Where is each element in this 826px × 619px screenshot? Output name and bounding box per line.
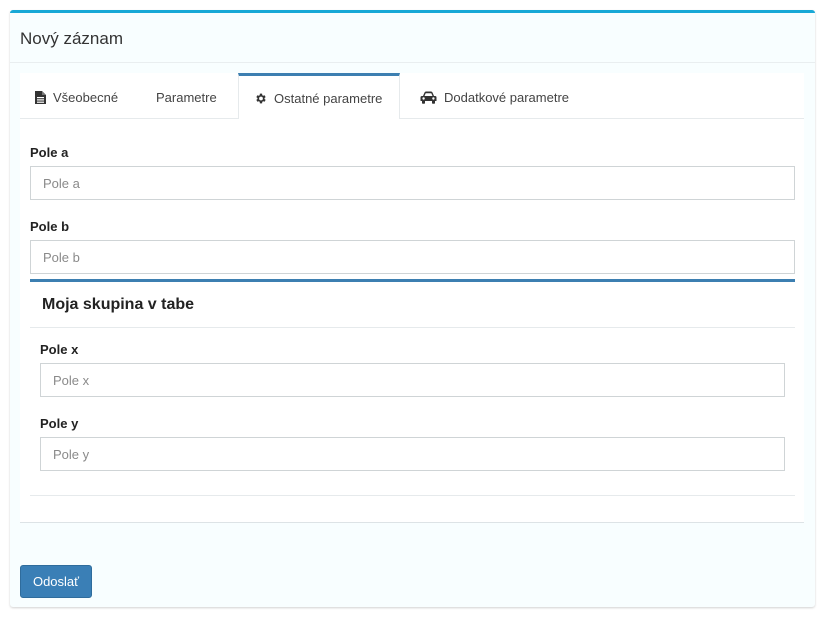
tab-bar: Všeobecné Parametre Ostatné parametre Do… [20, 73, 804, 119]
page-title: Nový záznam [20, 29, 123, 48]
pole-a-input[interactable] [30, 166, 795, 200]
field-label-pole-b: Pole b [30, 219, 70, 234]
tab-parametre[interactable]: Parametre [156, 73, 217, 118]
group-title: Moja skupina v tabe [42, 296, 195, 313]
tab-vseobecne[interactable]: Všeobecné [35, 73, 118, 118]
car-icon [420, 91, 437, 104]
tab-group: Moja skupina v tabe Pole x Pole y [30, 279, 795, 496]
submit-button[interactable]: Odoslať [20, 565, 92, 598]
tab-label: Všeobecné [53, 90, 119, 105]
box-header: Nový záznam [10, 13, 815, 63]
tab-dodatkove-parametre[interactable]: Dodatkové parametre [420, 73, 569, 118]
gear-icon [256, 93, 266, 103]
file-icon [35, 91, 46, 104]
tabs-card: Všeobecné Parametre Ostatné parametre Do… [20, 73, 804, 523]
form-box: Nový záznam Všeobecné Parametre Ostatné … [10, 10, 815, 607]
field-label-pole-x: Pole x [40, 342, 79, 357]
field-label-pole-a: Pole a [30, 145, 69, 160]
pole-b-input[interactable] [30, 240, 795, 274]
group-divider [30, 327, 795, 328]
tab-label: Parametre [156, 90, 217, 105]
tab-label: Dodatkové parametre [444, 90, 570, 105]
tab-ostatne-parametre[interactable]: Ostatné parametre [238, 73, 400, 119]
pole-y-input[interactable] [40, 437, 785, 471]
pole-x-input[interactable] [40, 363, 785, 397]
tab-label: Ostatné parametre [274, 90, 383, 106]
field-label-pole-y: Pole y [40, 416, 79, 431]
